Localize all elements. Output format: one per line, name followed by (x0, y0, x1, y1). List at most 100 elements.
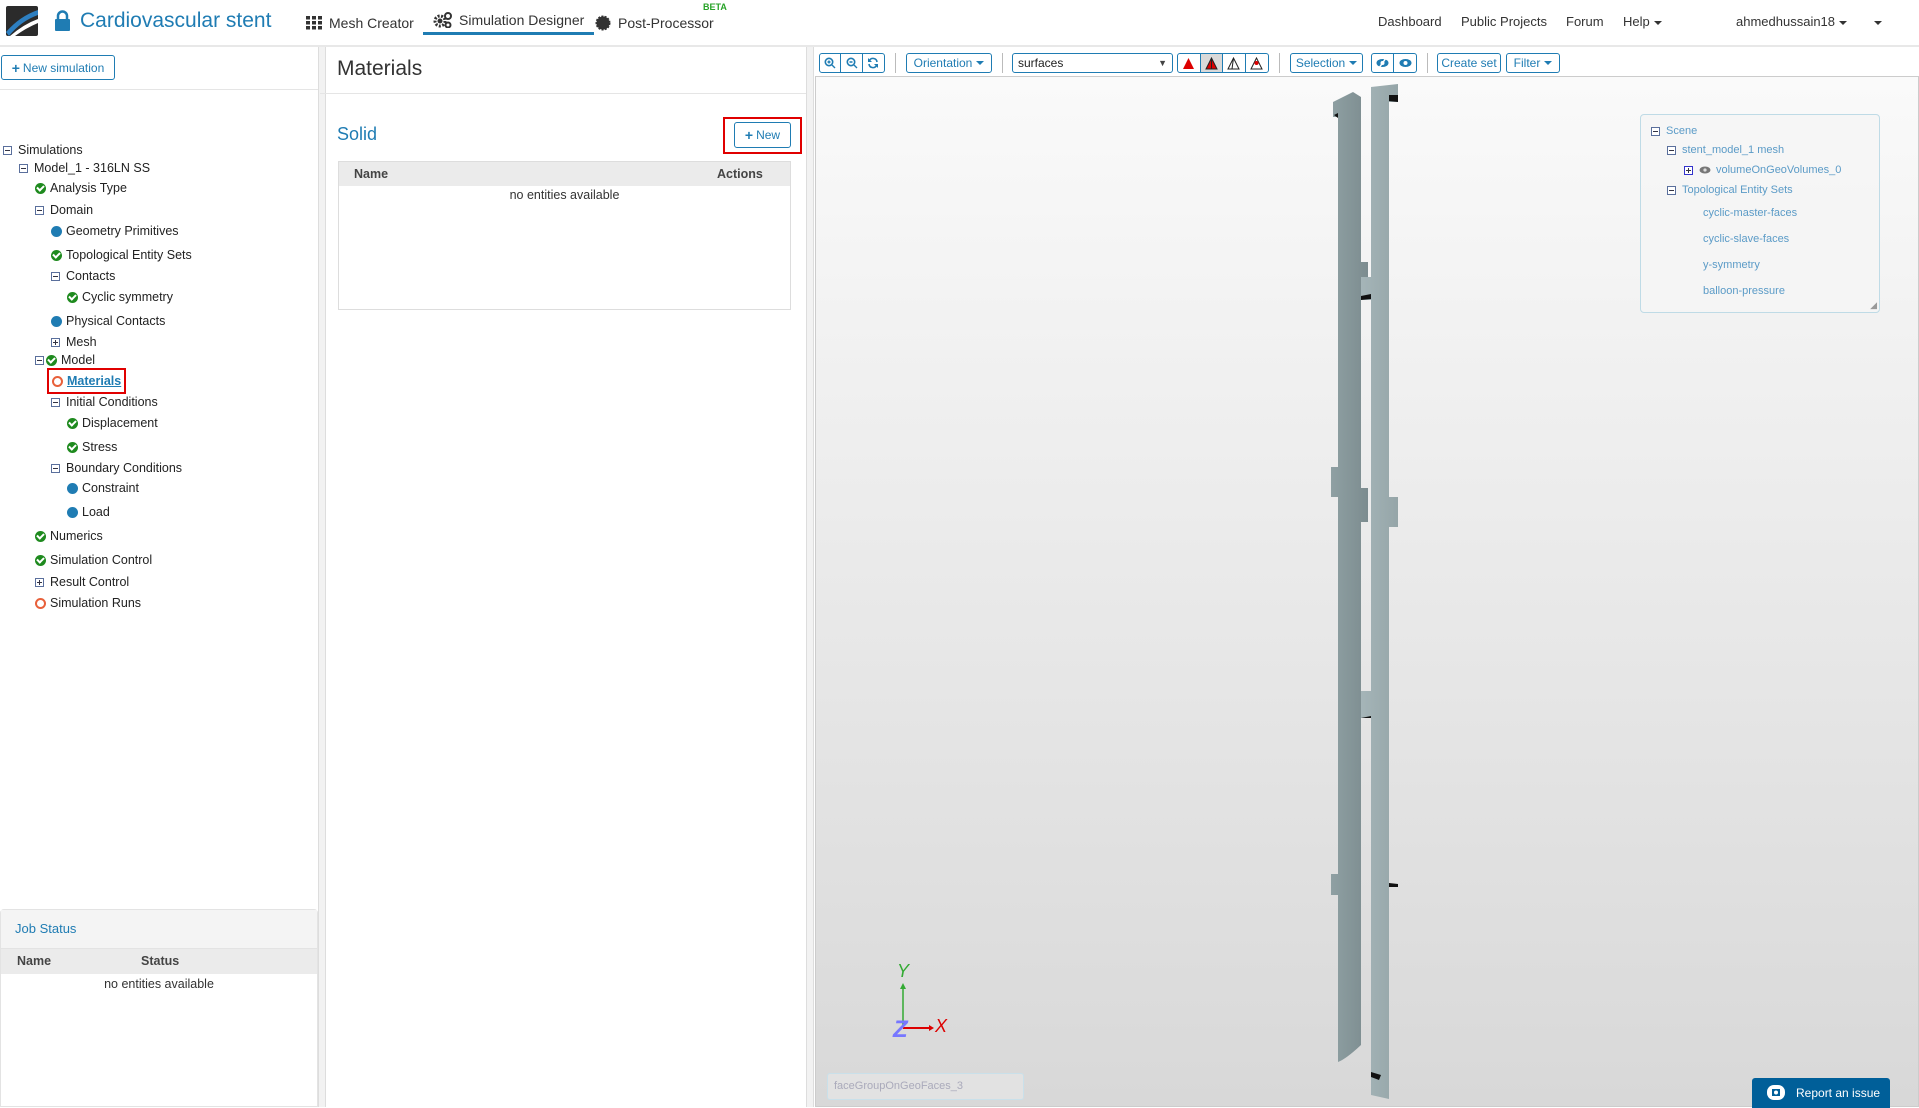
selection-label: Selection (1295, 56, 1346, 70)
tree-item-load[interactable]: Load (67, 503, 110, 521)
check-circle-icon (35, 182, 46, 194)
gear-icon (595, 15, 611, 31)
selection-dropdown[interactable]: Selection (1290, 53, 1363, 73)
zoom-in-button[interactable] (820, 54, 842, 72)
zoom-out-button[interactable] (841, 54, 863, 72)
refresh-icon (868, 57, 879, 69)
extra-menu-toggle[interactable] (1870, 14, 1882, 29)
page-title: Materials (337, 57, 423, 80)
tree-item-simulation-runs[interactable]: Simulation Runs (35, 594, 141, 612)
collapse-icon (51, 271, 60, 281)
collapse-icon (35, 355, 44, 365)
nav-help[interactable]: Help (1623, 14, 1662, 29)
tab-post-processor[interactable]: Post-Processor (595, 12, 714, 34)
solid-edges-cone-icon (1204, 56, 1218, 69)
solid-edges-button[interactable] (1200, 54, 1223, 72)
tree-item-stress[interactable]: Stress (67, 438, 117, 456)
tab-simulation-designer[interactable]: Simulation Designer (423, 11, 595, 35)
report-issue-label: Report an issue (1796, 1086, 1881, 1100)
job-status-title: Job Status (1, 910, 317, 949)
solid-shading-button[interactable] (1178, 54, 1201, 72)
scene-set-item[interactable]: cyclic-master-faces (1703, 207, 1797, 219)
toolbar-separator (895, 53, 896, 73)
simscale-logo[interactable] (6, 6, 38, 36)
scene-root-label: Scene (1666, 125, 1698, 137)
scene-root-node[interactable]: Scene (1651, 125, 1697, 137)
tree-item-mesh[interactable]: Mesh (51, 333, 97, 351)
orientation-dropdown[interactable]: Orientation (906, 53, 992, 73)
new-material-button[interactable]: + New (734, 122, 791, 148)
scene-set-item[interactable]: balloon-pressure (1703, 285, 1785, 297)
tree-item-label: Simulation Control (50, 553, 153, 567)
points-cone-icon (1250, 56, 1264, 69)
tab-label: Post-Processor (618, 15, 714, 31)
hide-selection-button[interactable] (1372, 54, 1395, 72)
selection-info-box[interactable]: faceGroupOnGeoFaces_3 (827, 1073, 1024, 1100)
scene-volume-node[interactable]: volumeOnGeoVolumes_0 (1684, 164, 1841, 176)
report-issue-button[interactable]: Report an issue (1752, 1078, 1890, 1108)
nav-forum[interactable]: Forum (1566, 14, 1604, 29)
3d-viewer-canvas[interactable]: Scene stent_model_1 mesh volumeOnGeoVolu… (815, 76, 1919, 1108)
scene-mesh-node[interactable]: stent_model_1 mesh (1667, 144, 1784, 156)
top-navbar: Cardiovascular stent Mesh Creator Simula… (0, 0, 1919, 47)
tree-item-numerics[interactable]: Numerics (35, 527, 103, 545)
tree-item-constraint[interactable]: Constraint (67, 479, 139, 497)
tree-item-model[interactable]: Model (35, 351, 95, 369)
zoom-in-icon (824, 57, 836, 69)
scene-set-item[interactable]: cyclic-slave-faces (1703, 233, 1789, 245)
scene-sets-node[interactable]: Topological Entity Sets (1667, 184, 1793, 196)
tree-item-materials[interactable]: Materials (46, 368, 127, 394)
render-mode-value: surfaces (1018, 56, 1064, 70)
eye-icon (1399, 59, 1411, 67)
beta-badge: BETA (703, 2, 727, 12)
tree-item-physical-contacts[interactable]: Physical Contacts (51, 312, 165, 330)
mesh-label: stent_model_1 mesh (1682, 144, 1785, 156)
plus-icon: + (744, 127, 754, 143)
section-title-solid: Solid (337, 124, 378, 144)
tree-item-contacts[interactable]: Contacts (51, 267, 115, 285)
tree-item-cyclic-symmetry[interactable]: Cyclic symmetry (67, 288, 173, 306)
tree-item-analysis-type[interactable]: Analysis Type (35, 179, 127, 197)
tree-item-boundary-conditions[interactable]: Boundary Conditions (51, 459, 182, 477)
nav-public-projects[interactable]: Public Projects (1461, 14, 1547, 29)
tree-item-label: Constraint (82, 481, 139, 495)
tree-item-initial-conditions[interactable]: Initial Conditions (51, 393, 158, 411)
points-button[interactable] (1246, 54, 1268, 72)
filter-dropdown[interactable]: Filter (1506, 53, 1560, 73)
filter-label: Filter (1513, 56, 1541, 70)
tree-item-label: Stress (82, 440, 118, 454)
resize-handle-icon[interactable]: ◢ (1870, 300, 1877, 311)
show-all-button[interactable] (1394, 54, 1416, 72)
tree-item-simulations[interactable]: Simulations (3, 141, 83, 159)
eye-slash-icon (1376, 58, 1389, 68)
tree-item-label: Initial Conditions (66, 395, 158, 409)
shading-button-group (1177, 53, 1269, 73)
tree-item-topological-entity-sets[interactable]: Topological Entity Sets (51, 246, 192, 264)
tree-item-displacement[interactable]: Displacement (67, 414, 158, 432)
tree-item-domain[interactable]: Domain (35, 201, 93, 219)
tab-mesh-creator[interactable]: Mesh Creator (306, 12, 414, 34)
nav-dashboard[interactable]: Dashboard (1378, 14, 1442, 29)
tree-item-simulation-control[interactable]: Simulation Control (35, 551, 152, 569)
toolbar-separator (1279, 53, 1280, 73)
collapse-icon (3, 145, 12, 155)
create-set-button[interactable]: Create set (1437, 53, 1501, 73)
render-mode-select[interactable]: surfaces ▼ (1012, 53, 1173, 73)
right-splitter[interactable] (806, 47, 814, 1107)
tree-item-model-1-316ln-ss[interactable]: Model_1 - 316LN SS (19, 159, 150, 177)
wireframe-button[interactable] (1223, 54, 1246, 72)
job-status-panel: Job Status Name Status no entities avail… (0, 909, 318, 1107)
empty-message: no entities available (509, 188, 620, 202)
scene-set-item[interactable]: y-symmetry (1703, 259, 1760, 271)
select-arrow-icon: ▼ (1158, 58, 1167, 68)
tree-item-label: Contacts (66, 269, 116, 283)
tree-item-label: Materials (67, 374, 122, 388)
eye-icon[interactable] (1699, 166, 1711, 174)
user-menu[interactable]: ahmedhussain18 (1736, 14, 1848, 29)
solid-cone-icon (1183, 57, 1195, 69)
tree-item-geometry-primitives[interactable]: Geometry Primitives (51, 222, 179, 240)
status-dot-icon (67, 506, 78, 518)
scene-tree-panel: Scene stent_model_1 mesh volumeOnGeoVolu… (1640, 114, 1880, 313)
reset-view-button[interactable] (863, 54, 884, 72)
tree-item-result-control[interactable]: Result Control (35, 573, 129, 591)
